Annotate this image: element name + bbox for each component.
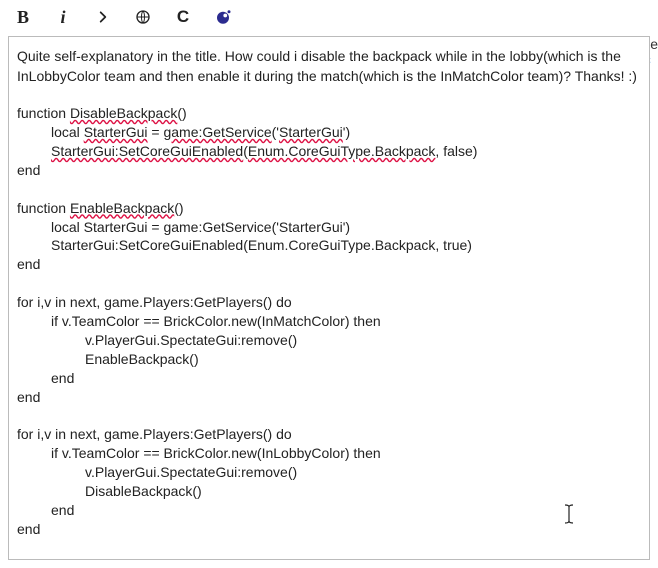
lua-button[interactable] (212, 6, 234, 28)
code-content: function DisableBackpack() local Starter… (17, 104, 641, 538)
bold-button[interactable]: B (12, 6, 34, 28)
chevron-right-icon (96, 10, 110, 24)
quote-button[interactable] (92, 6, 114, 28)
code-button[interactable]: C (172, 6, 194, 28)
globe-icon (135, 9, 151, 25)
italic-button[interactable]: i (52, 6, 74, 28)
description-text: Quite self-explanatory in the title. How… (17, 47, 641, 86)
editor-textarea[interactable]: Quite self-explanatory in the title. How… (8, 36, 650, 560)
text-cursor-icon (563, 504, 575, 531)
editor-toolbar: B i C (0, 0, 658, 36)
lua-icon (214, 8, 232, 26)
globe-button[interactable] (132, 6, 154, 28)
